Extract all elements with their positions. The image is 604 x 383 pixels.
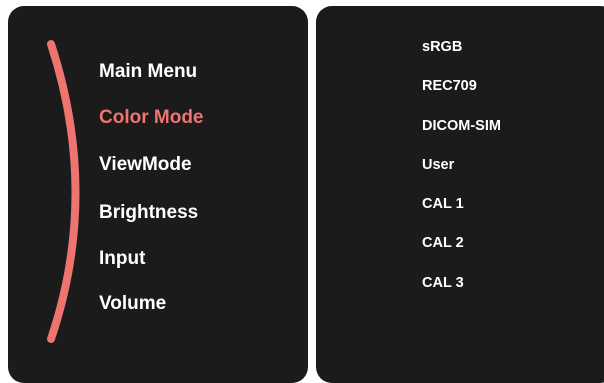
color-mode-option-cal-1[interactable]: CAL 1 xyxy=(422,195,464,213)
color-mode-option-cal-3[interactable]: CAL 3 xyxy=(422,274,464,292)
color-mode-submenu-panel: sRGB REC709 DICOM-SIM User CAL 1 CAL 2 C… xyxy=(316,6,604,383)
color-mode-option-srgb[interactable]: sRGB xyxy=(422,38,462,56)
main-menu-panel: Main Menu Color Mode ViewMode Brightness… xyxy=(8,6,308,383)
menu-item-input[interactable]: Input xyxy=(99,248,145,270)
menu-item-brightness[interactable]: Brightness xyxy=(99,202,198,224)
menu-item-viewmode[interactable]: ViewMode xyxy=(99,154,192,176)
color-mode-option-cal-2[interactable]: CAL 2 xyxy=(422,234,464,252)
color-mode-option-rec709[interactable]: REC709 xyxy=(422,77,477,95)
color-mode-option-dicom-sim[interactable]: DICOM-SIM xyxy=(422,117,501,135)
menu-item-volume[interactable]: Volume xyxy=(99,293,166,315)
menu-item-main-menu[interactable]: Main Menu xyxy=(99,61,197,83)
color-mode-option-user[interactable]: User xyxy=(422,156,454,174)
menu-item-color-mode[interactable]: Color Mode xyxy=(99,107,204,129)
